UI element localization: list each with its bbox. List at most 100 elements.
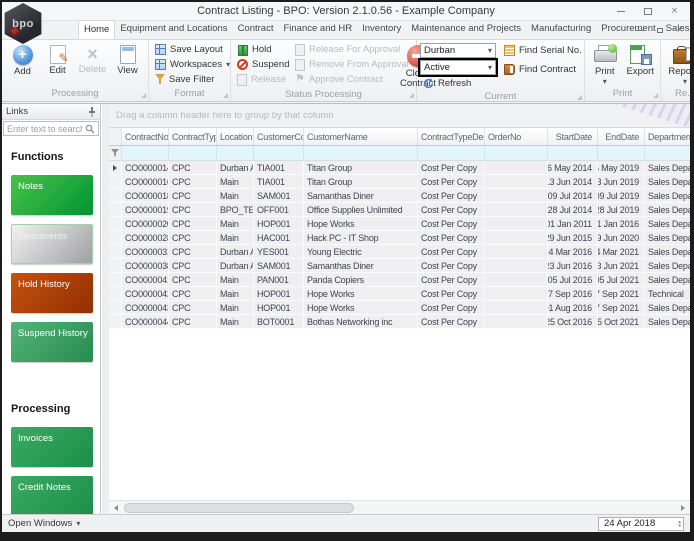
cell-location: Main [217,231,254,244]
cell-contractno: CO0000020 [122,217,169,230]
mdi-restore-button[interactable] [654,25,667,35]
release-button[interactable]: Release [234,72,292,87]
open-windows-button[interactable]: Open Windows ▾ [8,518,80,529]
approve-contract-button[interactable]: ⚑ Approve Contract [292,72,400,87]
window-maximize-button[interactable] [634,2,661,21]
edit-button[interactable]: ✎ Edit [40,42,75,88]
filter-cell-departmentname[interactable] [645,146,690,160]
find-serial-button[interactable]: Find Serial No. [501,43,582,58]
cell-location: Main [217,301,254,314]
refresh-button[interactable]: Refresh [420,76,501,91]
focused-row-arrow-icon [113,164,117,171]
column-header-contracttype[interactable]: ContractType [169,128,217,145]
cell-contracttypedesc: Cost Per Copy [418,259,485,272]
scrollbar-thumb[interactable] [124,503,354,513]
column-header-enddate[interactable]: EndDate [598,128,645,145]
table-row[interactable]: CO0000041 CPC Main PAN001 Panda Copiers Cost … [109,273,690,287]
filter-cell-startdate[interactable] [548,146,598,160]
tab-manufacturing[interactable]: Manufacturing [526,20,596,39]
table-row[interactable]: CO0000042 CPC Main HOP001 Hope Works Cost Per… [109,287,690,301]
window-close-button[interactable]: × [661,2,688,21]
tab-maintenance-and-projects[interactable]: Maintenance and Projects [406,20,526,39]
date-editor[interactable]: 24 Apr 2018 ▴ ▾ [598,516,684,531]
mdi-close-button[interactable]: × [674,23,686,36]
tab-home[interactable]: Home [78,20,116,39]
filter-cell-contracttypedesc[interactable] [418,146,485,160]
search-input[interactable] [7,123,83,134]
print-button[interactable]: Print ▾ [588,42,622,88]
site-combobox[interactable]: Durban ▾ [420,43,496,58]
sidebar-button-invoices[interactable]: Invoices [11,427,93,467]
table-row[interactable]: CO0000018 CPC Main SAM001 Samanthas Diner Cos… [109,189,690,203]
table-row[interactable]: CO0000019CPCBPO_TELOFF001Office Supplies… [109,203,690,217]
status-combobox[interactable]: Active ▾ [418,58,498,77]
cell-departmentname: Sales Department [645,301,690,314]
column-header-contracttypedesc[interactable]: ContractTypeDesc [418,128,485,145]
sidebar-button-hold-history[interactable]: Hold History [11,273,93,313]
mdi-minimize-button[interactable] [634,25,646,35]
sidebar-button-suspend-history[interactable]: Suspend History [11,322,93,362]
save-filter-button[interactable]: Save Filter [152,72,227,87]
filter-cell-customername[interactable] [304,146,418,160]
delete-button[interactable]: × Delete [75,42,110,88]
tab-finance-and-hr[interactable]: Finance and HR [278,20,357,39]
find-contract-button[interactable]: Find Contract [501,62,581,77]
table-row[interactable]: CO0000044 CPC Main BOT0001 Bothas Networking… [109,315,690,329]
dialog-launcher-icon[interactable] [223,93,228,98]
filter-cell-orderno[interactable] [485,146,548,160]
column-header-orderno[interactable]: OrderNo [485,128,548,145]
tab-equipment-and-locations[interactable]: Equipment and Locations [115,20,232,39]
filter-cell-contracttype[interactable] [169,146,217,160]
table-row[interactable]: CO0000031CPCDurban AreaYES001Young Elect… [109,245,690,259]
table-row[interactable]: CO0000016 CPC Main TIA001 Titan Group Cost Pe… [109,175,690,189]
app-window: Contract Listing - BPO: Version 2.1.0.56… [2,2,690,532]
sidebar-button-credit-notes[interactable]: Credit Notes [11,476,93,514]
scroll-right-button[interactable] [676,501,690,515]
horizontal-scrollbar[interactable] [109,500,690,514]
group-by-panel[interactable]: Drag a column header here to group by th… [109,104,690,128]
hold-button[interactable]: Hold [234,42,292,57]
hold-icon [237,44,248,56]
dialog-launcher-icon[interactable] [577,95,582,100]
reports-button[interactable]: Reports▾ [664,42,690,88]
release-for-approval-button[interactable]: Release For Approval [292,42,400,57]
sidebar-button-documents[interactable]: Documents [11,224,93,264]
filter-cell-customercode[interactable] [254,146,304,160]
workspaces-button[interactable]: Workspaces ▾ [152,57,230,72]
sidebar-button-notes[interactable]: Notes [11,175,93,215]
dialog-launcher-icon[interactable] [653,93,658,98]
table-row[interactable]: CO0000020 CPC Main HOP001 Hope Works Cost Per… [109,217,690,231]
tab-inventory[interactable]: Inventory [357,20,406,39]
column-header-customercode[interactable]: CustomerCode [254,128,304,145]
column-header-location[interactable]: Location [217,128,254,145]
dialog-launcher-icon[interactable] [141,93,146,98]
pin-icon[interactable] [88,106,96,117]
filter-cell-enddate[interactable] [598,146,645,160]
chevron-down-icon: ▾ [76,518,81,528]
save-layout-button[interactable]: Save Layout [152,42,227,57]
table-row[interactable]: CO0000038CPCDurban AreaSAM001Samanthas D… [109,259,690,273]
column-header-customername[interactable]: CustomerName [304,128,418,145]
cell-contracttype: CPC [169,287,217,300]
suspend-button[interactable]: Suspend [234,57,292,72]
table-row[interactable]: CO0000014CPCDurban AreaTIA001Titan Group… [109,161,690,175]
scroll-left-button[interactable] [109,501,123,515]
export-button[interactable]: Export [624,42,658,88]
tab-contract[interactable]: Contract [233,20,279,39]
panel-splitter[interactable] [102,104,109,514]
filter-cell-location[interactable] [217,146,254,160]
view-button[interactable]: View [110,42,145,88]
table-row[interactable]: CO0000043 CPC Main HOP001 Hope Works Cost Per… [109,301,690,315]
column-header-departmentname[interactable]: DepartmentName [645,128,690,145]
filter-cell-contractno[interactable] [122,146,169,160]
add-button[interactable]: + Add [5,42,40,88]
window-minimize-button[interactable] [607,2,634,21]
column-header-contractno[interactable]: ContractNo [122,128,169,145]
remove-from-approval-button[interactable]: Remove From Approval [292,57,409,72]
mdi-close-icon: × [676,23,684,36]
column-header-startdate[interactable]: StartDate [548,128,598,145]
date-spinner[interactable]: ▴ ▾ [678,519,681,528]
dialog-launcher-icon[interactable] [409,93,414,98]
table-row[interactable]: CO0000028 CPC Main HAC001 Hack PC - IT Shop C… [109,231,690,245]
cell-orderno [485,245,548,258]
